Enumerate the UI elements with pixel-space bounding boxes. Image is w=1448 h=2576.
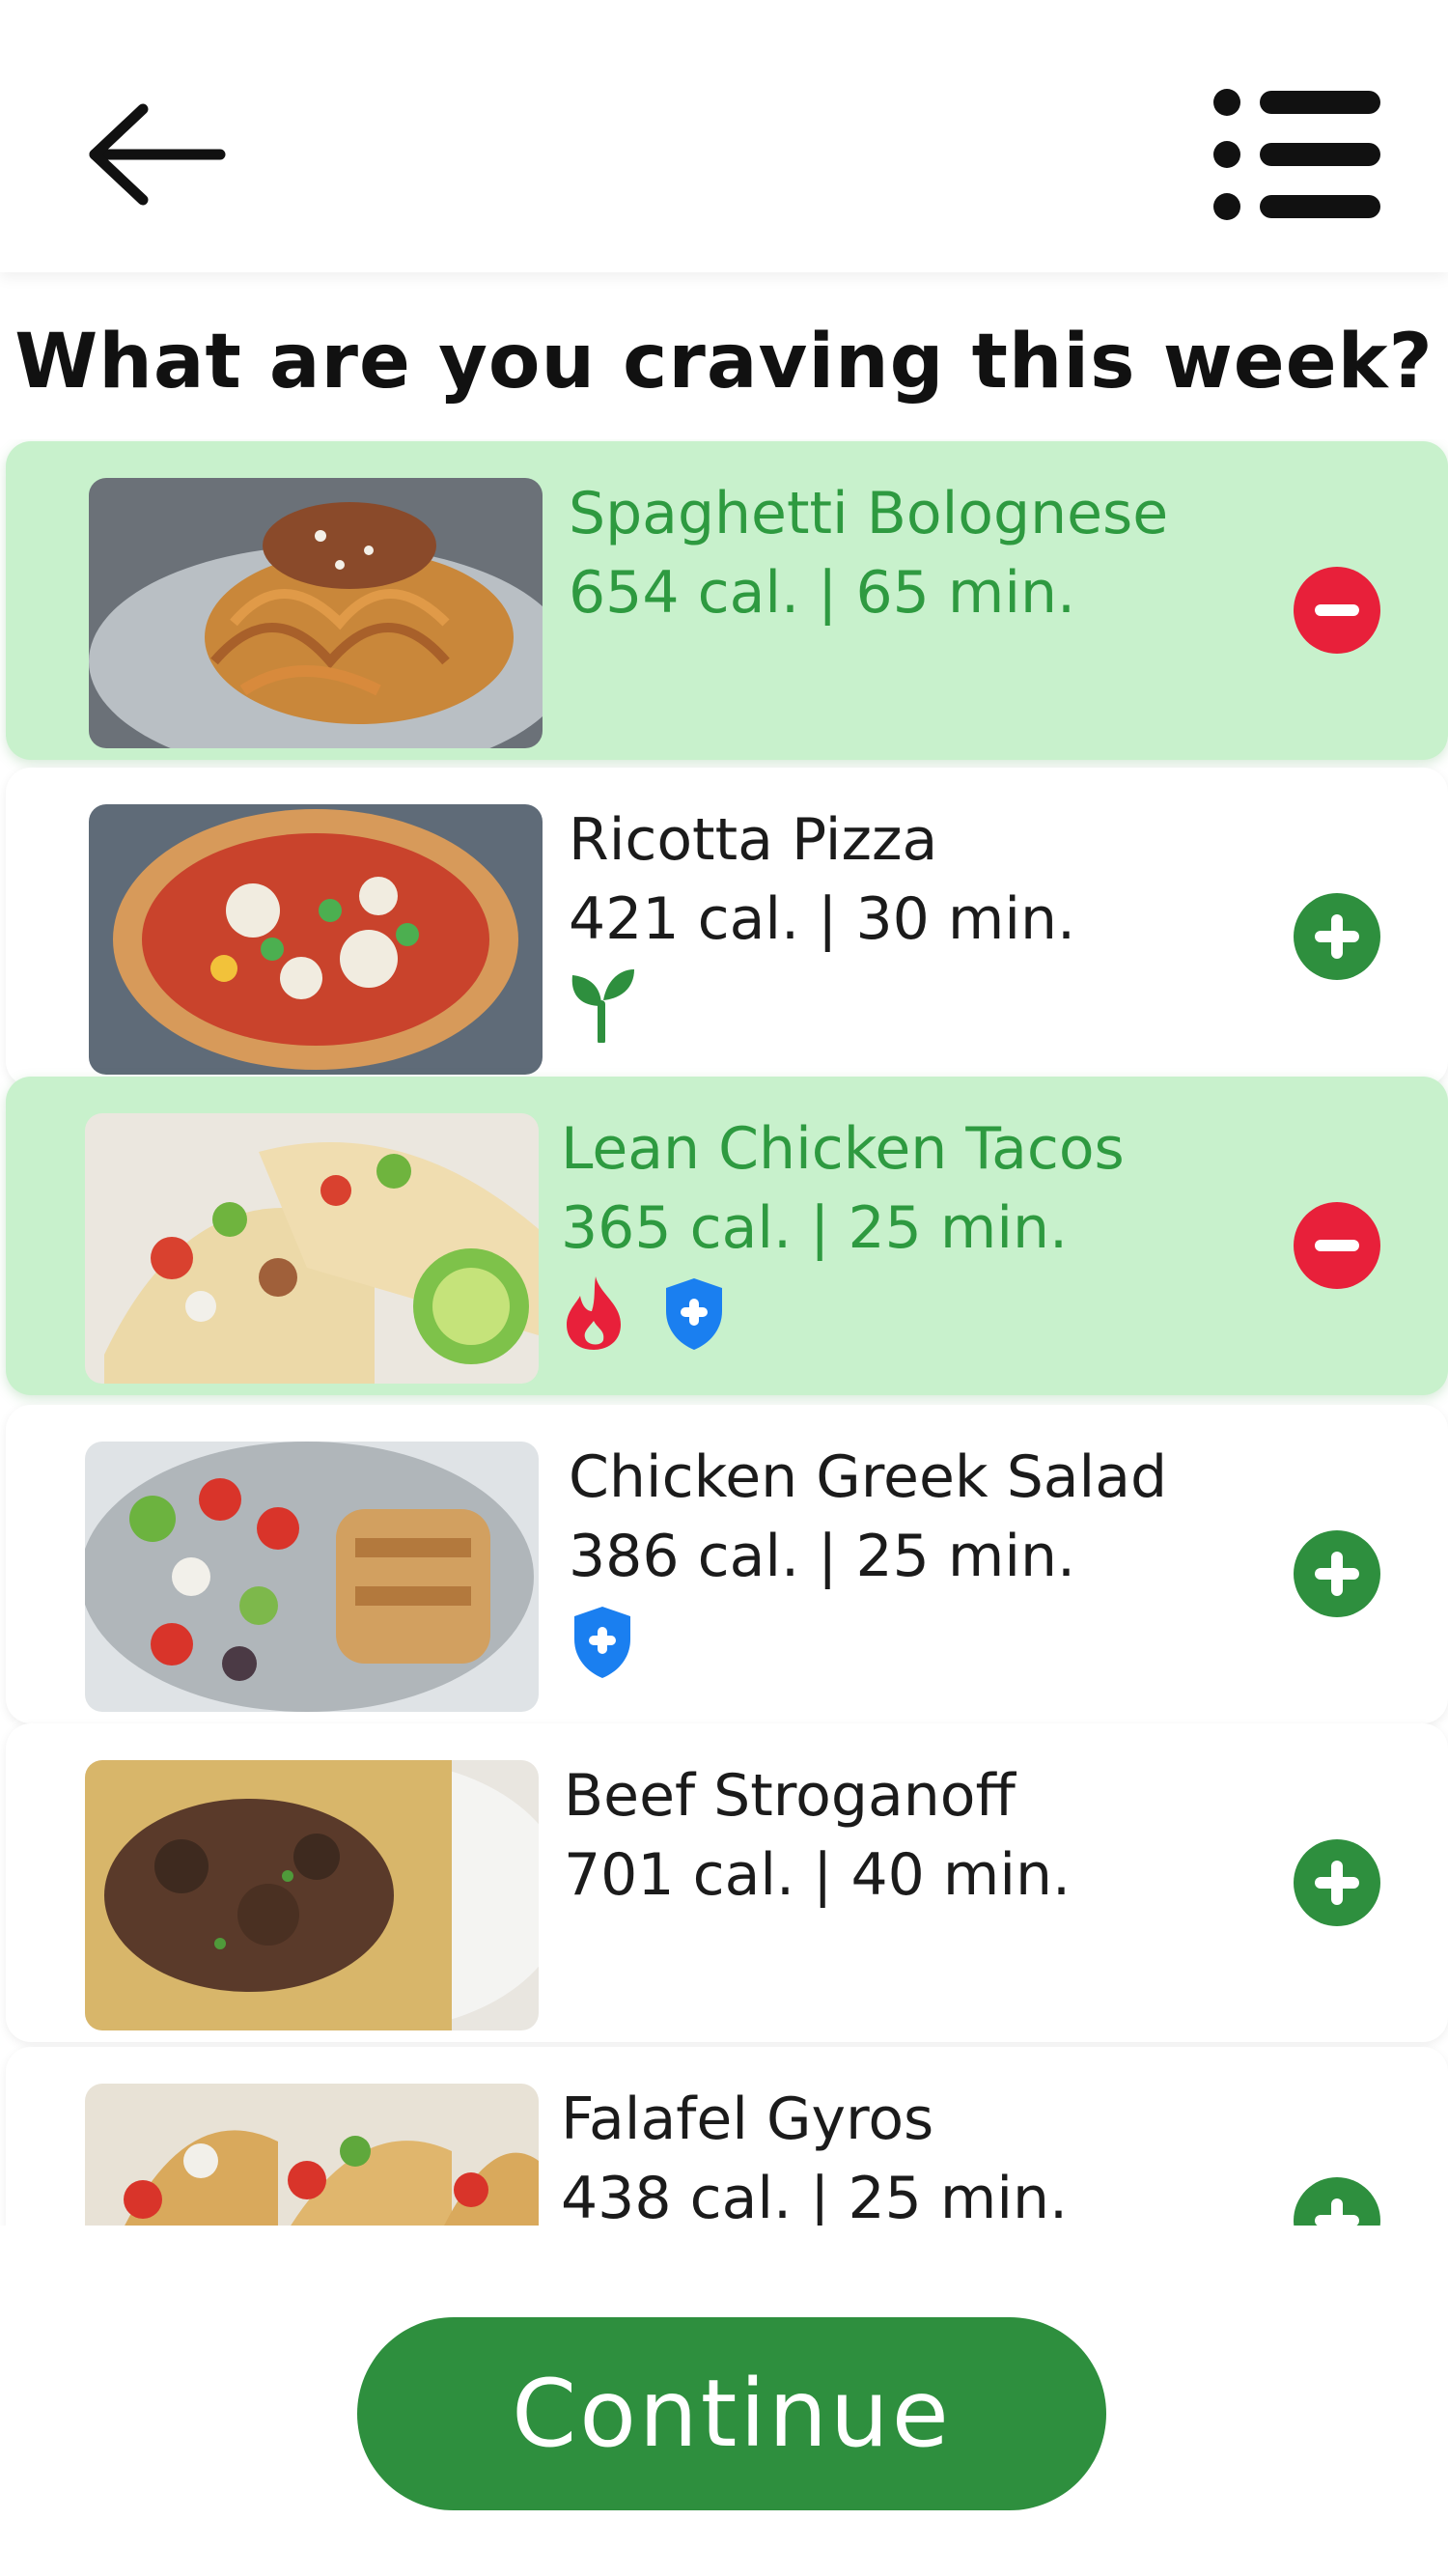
top-bar [0, 0, 1448, 272]
meal-meta: 421 cal. | 30 min. [569, 885, 1076, 953]
meal-meta: 438 cal. | 25 min. [561, 2165, 1069, 2226]
add-meal-button[interactable] [1294, 1839, 1380, 1926]
vegetarian-sprout-icon [569, 966, 636, 1045]
meal-badges [569, 966, 663, 1045]
meal-card[interactable]: Spaghetti Bolognese 654 cal. | 65 min. [6, 441, 1448, 760]
meal-card[interactable]: Chicken Greek Salad 386 cal. | 25 min. [6, 1405, 1448, 1723]
meal-badges [561, 1274, 755, 1352]
continue-button[interactable]: Continue [357, 2317, 1106, 2510]
meal-name: Beef Stroganoff [564, 1762, 1016, 1830]
meal-meta: 386 cal. | 25 min. [569, 1523, 1076, 1590]
meal-photo [89, 478, 543, 748]
spicy-flame-icon [561, 1274, 628, 1352]
health-shield-icon [660, 1274, 728, 1352]
meal-badges [569, 1603, 663, 1680]
meal-name: Chicken Greek Salad [569, 1443, 1168, 1511]
page-title: What are you craving this week? [14, 319, 1434, 406]
meal-card[interactable]: Ricotta Pizza 421 cal. | 30 min. [6, 768, 1448, 1086]
health-shield-icon [569, 1603, 636, 1680]
meal-meta: 701 cal. | 40 min. [564, 1841, 1072, 1909]
meal-photo [85, 1760, 539, 2030]
add-icon [1294, 2177, 1380, 2226]
back-button[interactable] [85, 101, 230, 208]
meal-meta: 654 cal. | 65 min. [569, 559, 1076, 627]
add-meal-button[interactable] [1294, 2177, 1380, 2226]
remove-meal-button[interactable] [1294, 567, 1380, 654]
add-icon [1294, 1839, 1380, 1926]
remove-meal-button[interactable] [1294, 1202, 1380, 1289]
add-meal-button[interactable] [1294, 1530, 1380, 1617]
remove-icon [1294, 567, 1380, 654]
meal-meta: 365 cal. | 25 min. [561, 1194, 1069, 1262]
add-meal-button[interactable] [1294, 893, 1380, 980]
meal-name: Ricotta Pizza [569, 806, 938, 874]
meal-photo [89, 804, 543, 1075]
meal-photo [85, 1113, 539, 1384]
remove-icon [1294, 1202, 1380, 1289]
meal-photo [85, 1442, 539, 1712]
meal-name: Lean Chicken Tacos [561, 1115, 1125, 1183]
menu-button[interactable] [1211, 87, 1385, 222]
meal-list[interactable]: Spaghetti Bolognese 654 cal. | 65 min. R… [0, 439, 1448, 2226]
add-icon [1294, 893, 1380, 980]
meal-card[interactable]: Beef Stroganoff 701 cal. | 40 min. [6, 1723, 1448, 2042]
meal-name: Spaghetti Bolognese [569, 480, 1169, 547]
meal-photo [85, 2084, 539, 2226]
meal-name: Falafel Gyros [561, 2086, 934, 2153]
meal-card[interactable]: Lean Chicken Tacos 365 cal. | 25 min. [6, 1077, 1448, 1395]
arrow-left-icon [89, 103, 226, 206]
add-icon [1294, 1530, 1380, 1617]
meal-card[interactable]: Falafel Gyros 438 cal. | 25 min. [6, 2047, 1448, 2226]
list-menu-icon [1213, 89, 1380, 220]
